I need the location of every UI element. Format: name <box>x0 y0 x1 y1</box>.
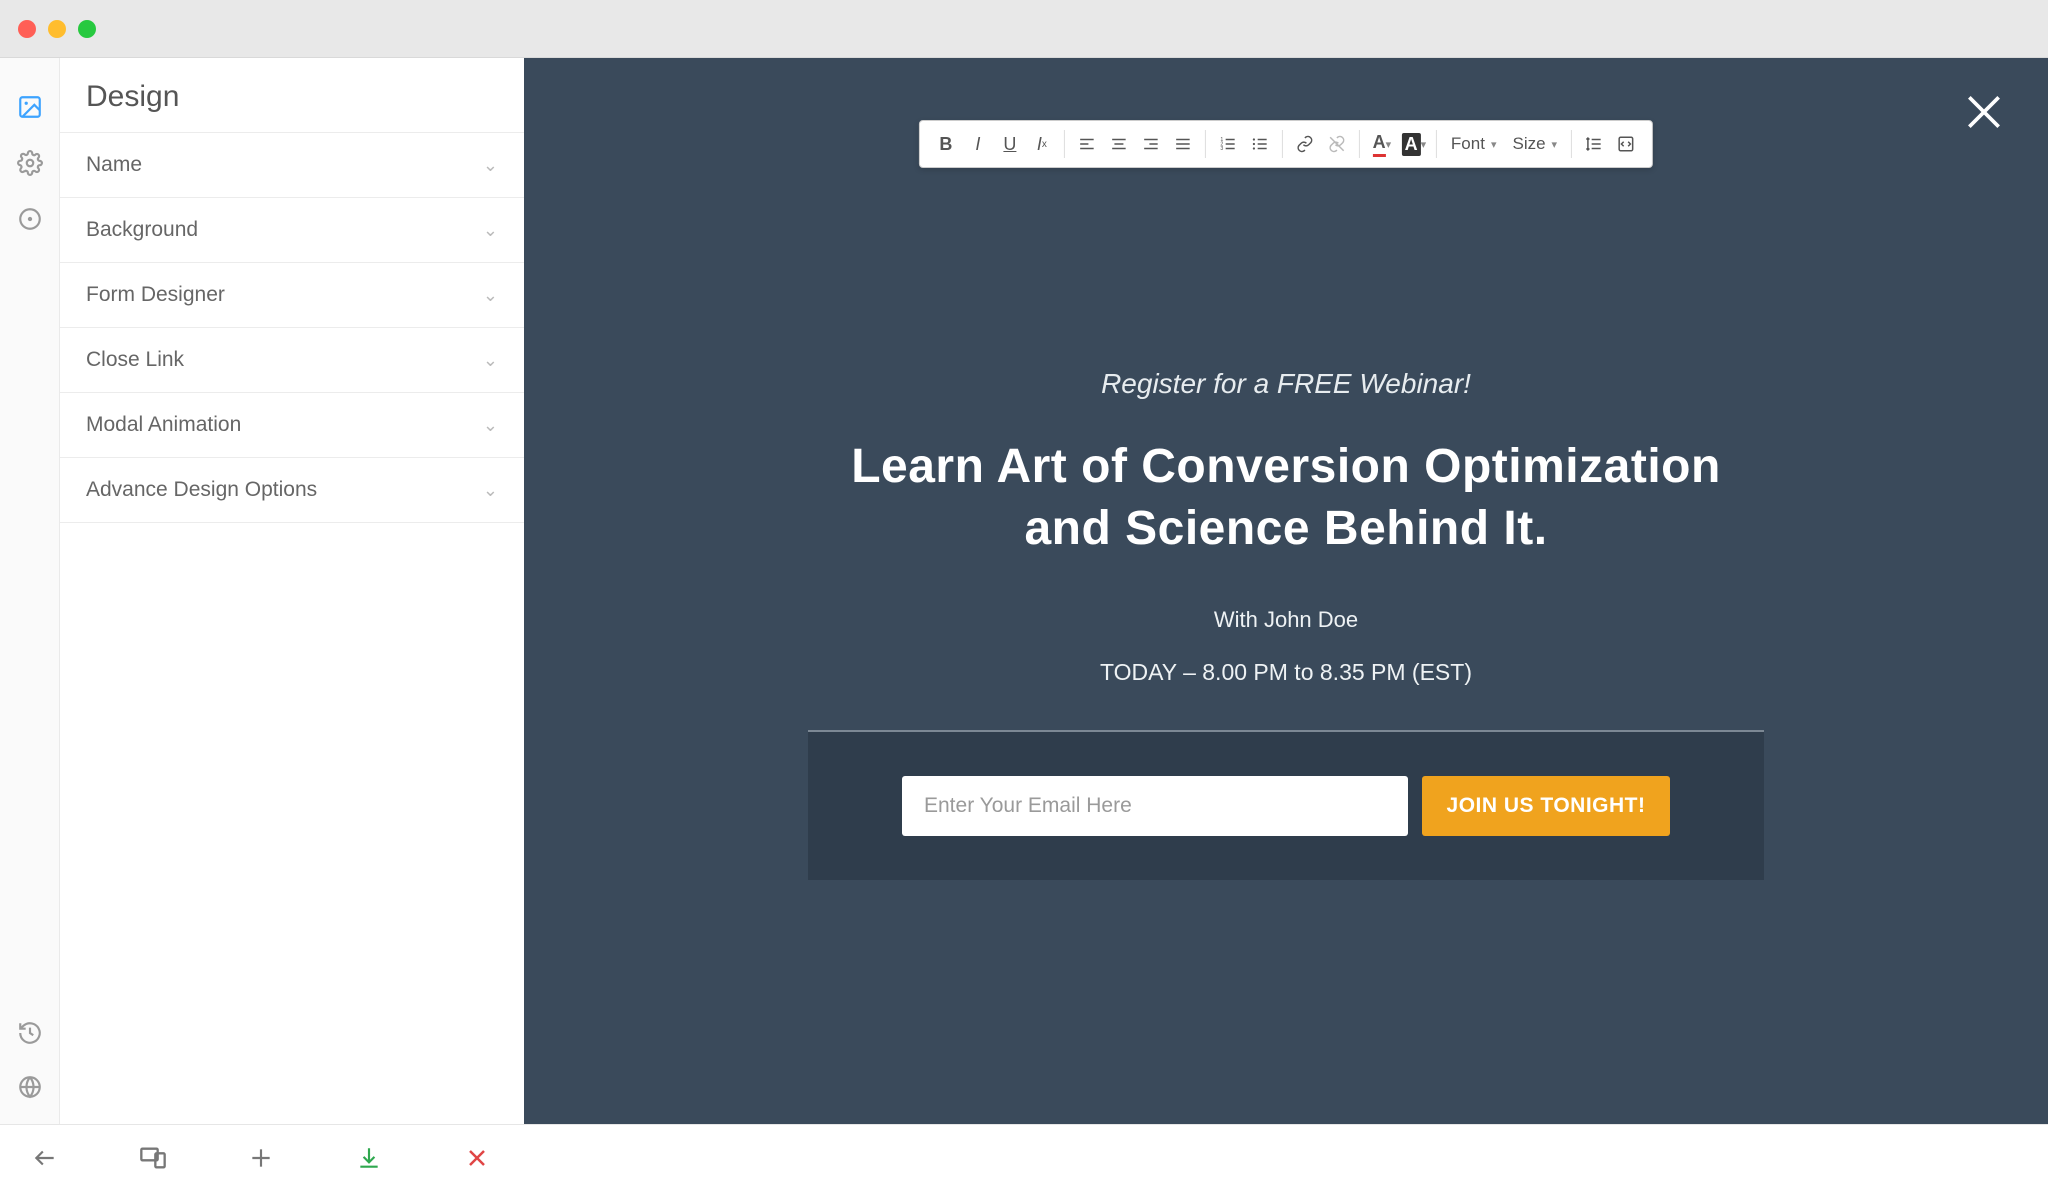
sidebar-item-modal-animation[interactable]: Modal Animation ⌄ <box>60 392 524 457</box>
devices-icon[interactable] <box>138 1143 168 1173</box>
back-icon[interactable] <box>30 1143 60 1173</box>
font-dropdown[interactable]: Font▾ <box>1443 134 1505 154</box>
sidebar-item-close-link[interactable]: Close Link ⌄ <box>60 327 524 392</box>
toolbar-separator <box>1282 130 1283 158</box>
chevron-down-icon: ⌄ <box>483 350 498 371</box>
preview-canvas: B I U Ix 123 A▾ A▾ Font▾ Size▾ <box>524 58 2048 1190</box>
design-sidebar: Design Name ⌄ Background ⌄ Form Designer… <box>60 58 524 1190</box>
sidebar-item-label: Advance Design Options <box>86 478 317 502</box>
italic-button[interactable]: I <box>962 128 994 160</box>
svg-text:3: 3 <box>1220 146 1223 152</box>
text-color-button[interactable]: A▾ <box>1366 128 1398 160</box>
underline-button[interactable]: U <box>994 128 1026 160</box>
sidebar-title: Design <box>60 58 524 132</box>
ordered-list-button[interactable]: 123 <box>1212 128 1244 160</box>
font-label: Font <box>1451 134 1485 154</box>
align-right-button[interactable] <box>1135 128 1167 160</box>
window-titlebar <box>0 0 2048 58</box>
modal-headline[interactable]: Learn Art of Conversion Optimization and… <box>808 436 1764 561</box>
sidebar-item-label: Modal Animation <box>86 413 241 437</box>
align-center-button[interactable] <box>1103 128 1135 160</box>
sidebar-item-label: Background <box>86 218 198 242</box>
chevron-down-icon: ⌄ <box>483 480 498 501</box>
email-input[interactable] <box>902 776 1408 836</box>
close-icon[interactable] <box>462 1143 492 1173</box>
signup-form: JOIN US TONIGHT! <box>808 730 1764 880</box>
modal-close-button[interactable] <box>1960 88 2008 136</box>
sidebar-item-label: Name <box>86 153 142 177</box>
align-left-button[interactable] <box>1071 128 1103 160</box>
window-minimize-dot[interactable] <box>48 20 66 38</box>
image-icon[interactable] <box>17 94 43 120</box>
chevron-down-icon: ⌄ <box>483 155 498 176</box>
bold-button[interactable]: B <box>930 128 962 160</box>
target-icon[interactable] <box>17 206 43 232</box>
unlink-button[interactable] <box>1321 128 1353 160</box>
plus-icon[interactable] <box>246 1143 276 1173</box>
sidebar-item-name[interactable]: Name ⌄ <box>60 132 524 197</box>
toolbar-separator <box>1205 130 1206 158</box>
sidebar-item-label: Form Designer <box>86 283 225 307</box>
chevron-down-icon: ⌄ <box>483 220 498 241</box>
size-label: Size <box>1512 134 1545 154</box>
history-icon[interactable] <box>17 1020 43 1046</box>
sidebar-item-background[interactable]: Background ⌄ <box>60 197 524 262</box>
toolbar-separator <box>1436 130 1437 158</box>
app-body: Design Name ⌄ Background ⌄ Form Designer… <box>0 58 2048 1190</box>
bottom-action-bar <box>0 1124 2048 1190</box>
unordered-list-button[interactable] <box>1244 128 1276 160</box>
join-button[interactable]: JOIN US TONIGHT! <box>1422 776 1670 836</box>
clear-format-button[interactable]: Ix <box>1026 128 1058 160</box>
left-icon-rail <box>0 58 60 1190</box>
size-dropdown[interactable]: Size▾ <box>1504 134 1565 154</box>
link-button[interactable] <box>1289 128 1321 160</box>
download-icon[interactable] <box>354 1143 384 1173</box>
window-zoom-dot[interactable] <box>78 20 96 38</box>
window-close-dot[interactable] <box>18 20 36 38</box>
globe-icon[interactable] <box>17 1074 43 1100</box>
toolbar-separator <box>1064 130 1065 158</box>
sidebar-item-form-designer[interactable]: Form Designer ⌄ <box>60 262 524 327</box>
modal-content: Register for a FREE Webinar! Learn Art o… <box>808 368 1764 686</box>
toolbar-separator <box>1571 130 1572 158</box>
modal-timing[interactable]: TODAY – 8.00 PM to 8.35 PM (EST) <box>1100 659 1472 686</box>
modal-eyebrow[interactable]: Register for a FREE Webinar! <box>1101 368 1471 400</box>
traffic-lights <box>18 20 96 38</box>
sidebar-item-advance-options[interactable]: Advance Design Options ⌄ <box>60 457 524 523</box>
chevron-down-icon: ⌄ <box>483 285 498 306</box>
toolbar-separator <box>1359 130 1360 158</box>
text-editor-toolbar: B I U Ix 123 A▾ A▾ Font▾ Size▾ <box>919 120 1653 168</box>
modal-presenter[interactable]: With John Doe <box>1214 607 1358 633</box>
sidebar-item-label: Close Link <box>86 348 184 372</box>
highlight-color-button[interactable]: A▾ <box>1398 128 1430 160</box>
source-button[interactable] <box>1610 128 1642 160</box>
gear-icon[interactable] <box>17 150 43 176</box>
align-justify-button[interactable] <box>1167 128 1199 160</box>
line-height-button[interactable] <box>1578 128 1610 160</box>
chevron-down-icon: ⌄ <box>483 415 498 436</box>
